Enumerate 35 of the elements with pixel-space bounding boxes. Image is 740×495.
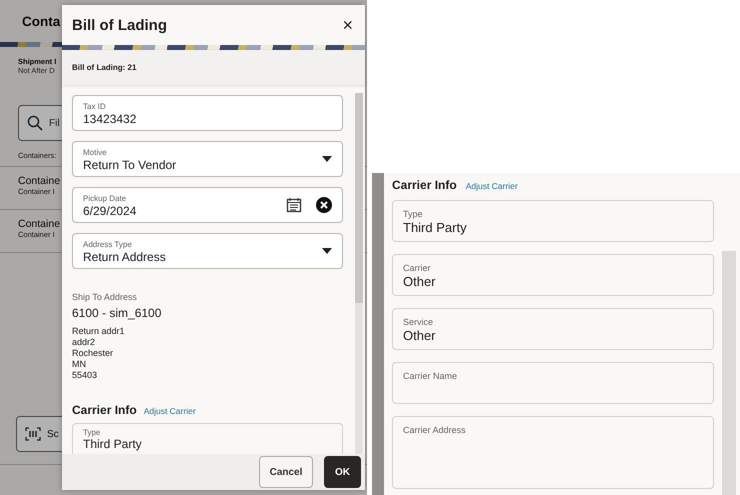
scrollbar[interactable] [722,251,736,495]
scrollbar[interactable] [355,93,363,454]
input-field[interactable]: Type Third Party [392,200,714,242]
search-icon [27,115,43,131]
caret-icon [322,156,332,162]
section-title: Carrier Info [392,178,457,192]
page-title: Conta [22,14,60,28]
address-line: MN [72,359,86,370]
input-field[interactable]: Carrier Name [392,362,714,404]
select-field[interactable]: Motive Return To Vendor [72,141,343,177]
calendar-icon[interactable] [286,197,302,213]
cancel-button[interactable]: Cancel [259,456,313,488]
ship-to-name: 6100 - sim_6100 [72,306,162,320]
barcode-scan-icon [25,427,41,441]
select-field[interactable]: Address Type Return Address [72,233,343,269]
section-title: Carrier Info [72,403,137,417]
input-field[interactable]: Service Other [392,308,714,350]
ship-to-label: Ship To Address [72,292,137,302]
address-line: Return addr1 [72,326,125,337]
input-field[interactable]: Carrier Other [392,254,714,296]
address-line: Rochester [72,348,114,359]
adjust-carrier-link[interactable]: Adjust Carrier [144,406,196,416]
close-button[interactable]: × [338,14,357,36]
input-field[interactable]: Type Third Party [72,423,343,454]
input-field[interactable]: Carrier Address [392,416,714,489]
bill-of-lading-number: Bill of Lading: 21 [72,63,136,72]
ok-button[interactable]: OK [324,456,361,488]
caret-icon [322,248,332,254]
date-field[interactable]: Pickup Date 6/29/2024 [72,187,343,223]
clear-icon[interactable] [316,197,332,213]
address-line: addr2 [72,337,96,348]
input-field[interactable]: Tax ID 13423432 [72,95,343,131]
adjust-carrier-link[interactable]: Adjust Carrier [466,181,518,191]
dialog-title: Bill of Lading [72,16,167,34]
address-line: 55403 [72,370,98,381]
